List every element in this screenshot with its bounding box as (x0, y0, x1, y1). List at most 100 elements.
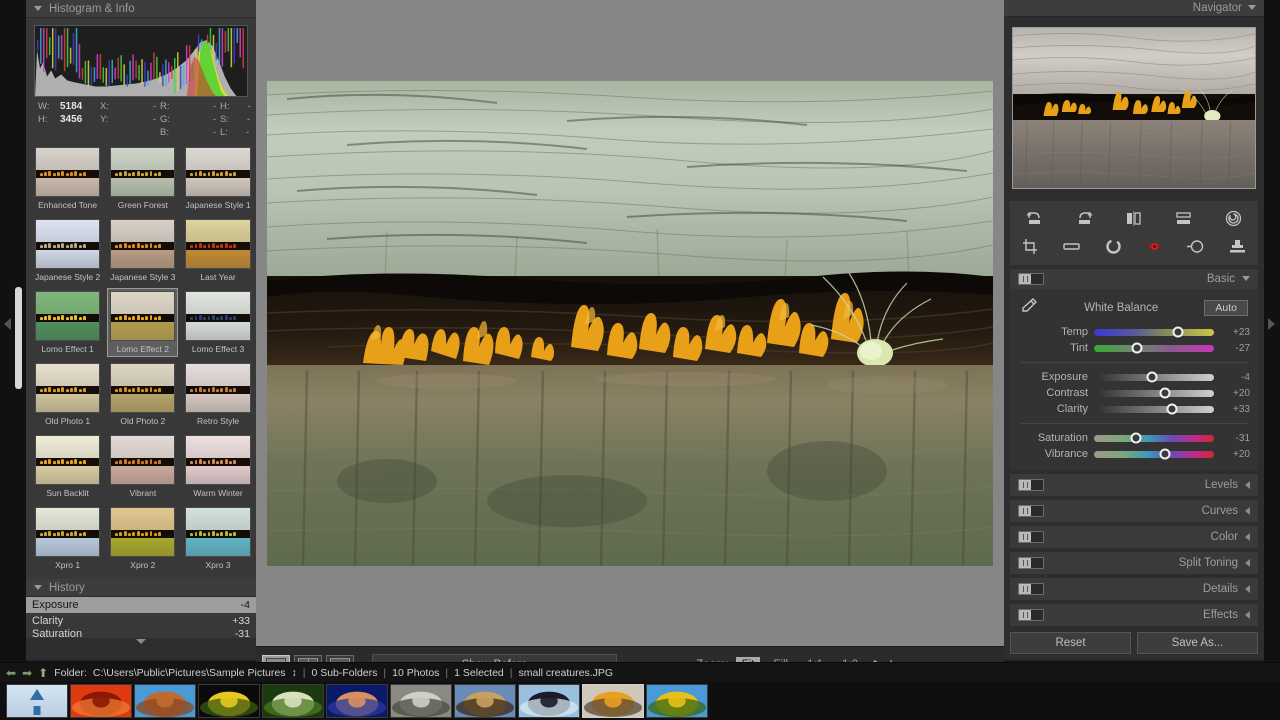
arrow-right-icon[interactable]: ➡ (22, 666, 32, 680)
section-header-effects[interactable]: Effects (1010, 604, 1258, 626)
slider-label-vibrance: Vibrance (1044, 448, 1088, 460)
slider-label-temp: Temp (1061, 326, 1088, 338)
preset-old-photo-2[interactable]: Old Photo 2 (107, 360, 178, 429)
s-label: S: (220, 114, 229, 125)
basic-section-toggle[interactable] (1018, 272, 1044, 285)
preset-last-year[interactable]: Last Year (182, 216, 253, 285)
triangle-left-icon (1245, 481, 1250, 489)
rotate-right-icon[interactable] (1069, 207, 1099, 231)
preset-japanese-style-1[interactable]: Japanese Style 1 (182, 144, 253, 213)
history-panel-header[interactable]: History (26, 579, 256, 597)
straighten-icon[interactable] (1057, 235, 1087, 259)
folder-path[interactable]: C:\Users\Public\Pictures\Sample Pictures (93, 667, 286, 679)
right-panel-footer: Reset Save As... (1004, 626, 1264, 660)
section-header-split-toning[interactable]: Split Toning (1010, 552, 1258, 574)
left-panel-scrollbar[interactable] (15, 287, 22, 389)
l-value: - (245, 127, 250, 138)
section-toggle-split-toning[interactable] (1018, 557, 1044, 569)
section-toggle-color[interactable] (1018, 531, 1044, 543)
section-toggle-curves[interactable] (1018, 505, 1044, 517)
preset-xpro-2[interactable]: Xpro 2 (107, 504, 178, 573)
slider-knob-exposure[interactable] (1146, 371, 1158, 383)
section-toggle-levels[interactable] (1018, 479, 1044, 491)
preset-lomo-effect-1[interactable]: Lomo Effect 1 (32, 288, 103, 357)
flip-vertical-icon[interactable] (1169, 207, 1199, 231)
history-section: History Exposure -4 Clarity +33 Saturation -3… (26, 579, 256, 638)
clone-stamp-icon[interactable] (1222, 235, 1252, 259)
spiral-effect-icon[interactable] (1218, 207, 1248, 231)
slider-track-saturation[interactable] (1094, 432, 1214, 444)
filmstrip-item-sunflower[interactable] (198, 684, 260, 718)
preset-lomo-effect-3[interactable]: Lomo Effect 3 (182, 288, 253, 357)
section-header-curves[interactable]: Curves (1010, 500, 1258, 522)
filmstrip-item-penguins[interactable] (518, 684, 580, 718)
basic-section-header[interactable]: Basic (1010, 268, 1258, 289)
main-photo[interactable] (267, 80, 993, 566)
preset-retro-style[interactable]: Retro Style (182, 360, 253, 429)
preset-japanese-style-2[interactable]: Japanese Style 2 (32, 216, 103, 285)
preset-xpro-1[interactable]: Xpro 1 (32, 504, 103, 573)
rotate-left-icon[interactable] (1020, 207, 1050, 231)
crop-icon[interactable] (1016, 235, 1046, 259)
circle-selection-icon[interactable] (1098, 235, 1128, 259)
history-item-exposure[interactable]: Exposure -4 (26, 597, 256, 613)
preset-vibrant[interactable]: Vibrant (107, 432, 178, 501)
red-eye-icon[interactable] (1140, 235, 1170, 259)
arrow-left-icon[interactable]: ⬅ (6, 666, 16, 680)
navigator-preview[interactable] (1012, 26, 1256, 189)
preset-enhanced-tone[interactable]: Enhanced Tone (32, 144, 103, 213)
path-stepper-icon[interactable]: ↕ (291, 667, 296, 679)
histogram-panel-header[interactable]: Histogram & Info (26, 0, 256, 18)
left-panel: Histogram & Info W: 5184 X: - R: - H: - … (0, 0, 256, 682)
slider-track-vibrance[interactable] (1094, 448, 1214, 460)
navigator-header[interactable]: Navigator (1004, 0, 1264, 17)
preset-old-photo-1[interactable]: Old Photo 1 (32, 360, 103, 429)
section-header-details[interactable]: Details (1010, 578, 1258, 600)
slider-knob-tint[interactable] (1131, 342, 1143, 354)
flip-horizontal-icon[interactable] (1119, 207, 1149, 231)
slider-knob-vibrance[interactable] (1159, 448, 1171, 460)
section-header-color[interactable]: Color (1010, 526, 1258, 548)
scroll-down-icon[interactable] (136, 639, 146, 644)
filmstrip-item-tuscany[interactable] (454, 684, 516, 718)
basic-section-body: White Balance Auto Temp +23 Tint -27 Exposu… (1010, 289, 1258, 470)
arrow-up-icon[interactable]: ⬆ (38, 666, 48, 680)
section-toggle-effects[interactable] (1018, 609, 1044, 621)
dodge-icon[interactable] (1181, 235, 1211, 259)
filmstrip-item-jellyfish[interactable] (326, 684, 388, 718)
filmstrip-item-small-creatures[interactable] (582, 684, 644, 718)
auto-white-balance-button[interactable]: Auto (1204, 299, 1248, 316)
filmstrip-item-up-folder[interactable] (6, 684, 68, 718)
section-toggle-details[interactable] (1018, 583, 1044, 595)
slider-track-contrast[interactable] (1094, 387, 1214, 399)
preset-lomo-effect-2[interactable]: Lomo Effect 2 (107, 288, 179, 357)
preset-label: Japanese Style 2 (35, 272, 101, 282)
slider-track-clarity[interactable] (1094, 403, 1214, 415)
slider-knob-saturation[interactable] (1130, 432, 1142, 444)
right-panel-collapse-arrow[interactable] (1268, 318, 1275, 330)
filmstrip-item-tulips[interactable] (646, 684, 708, 718)
eyedropper-icon[interactable] (1020, 297, 1038, 318)
save-as-button[interactable]: Save As... (1137, 632, 1258, 654)
filmstrip-thumbnail (263, 685, 323, 717)
preset-sun-backlit[interactable]: Sun Backlit (32, 432, 103, 501)
slider-knob-temp[interactable] (1172, 326, 1184, 338)
filmstrip-item-desert[interactable] (134, 684, 196, 718)
section-header-levels[interactable]: Levels (1010, 474, 1258, 496)
filmstrip-item-chrysanthemum[interactable] (70, 684, 132, 718)
filmstrip-item-hydrangeas[interactable] (262, 684, 324, 718)
filmstrip-item-koala[interactable] (390, 684, 452, 718)
slider-track-exposure[interactable] (1094, 371, 1214, 383)
preset-xpro-3[interactable]: Xpro 3 (182, 504, 253, 573)
history-item-saturation[interactable]: Saturation -31 (26, 629, 256, 638)
preset-warm-winter[interactable]: Warm Winter (182, 432, 253, 501)
preset-japanese-style-3[interactable]: Japanese Style 3 (107, 216, 178, 285)
preset-green-forest[interactable]: Green Forest (107, 144, 178, 213)
slider-knob-clarity[interactable] (1166, 403, 1178, 415)
slider-track-temp[interactable] (1094, 326, 1214, 338)
slider-track-tint[interactable] (1094, 342, 1214, 354)
slider-knob-contrast[interactable] (1159, 387, 1171, 399)
history-item-clarity[interactable]: Clarity +33 (26, 613, 256, 629)
reset-button[interactable]: Reset (1010, 632, 1131, 654)
left-panel-collapse-arrow[interactable] (4, 318, 11, 330)
